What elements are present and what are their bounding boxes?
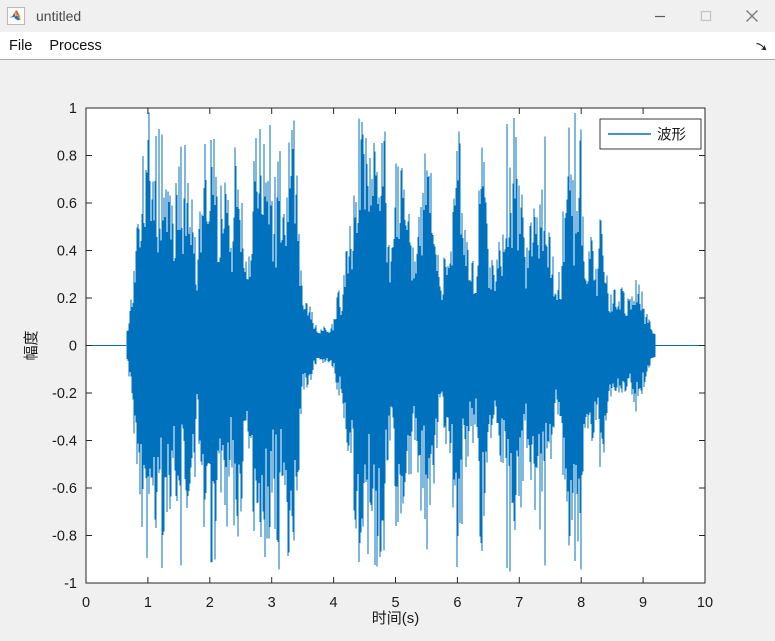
x-tick-label: 5 — [391, 595, 399, 611]
menu-item-process[interactable]: Process — [41, 36, 109, 56]
legend[interactable]: 波形 — [599, 118, 702, 150]
x-tick-label: 9 — [639, 595, 647, 611]
y-tick-label: -0.8 — [52, 529, 77, 545]
figure-canvas: 0 1 2 3 4 5 6 7 8 9 10 -1 -0.8 -0.6 -0.4 -0.2 0 0.2 0.4 0.6… — [0, 61, 775, 641]
y-tick-label: 0.4 — [57, 244, 77, 260]
maximize-icon[interactable] — [683, 0, 729, 32]
x-tick-label: 8 — [577, 595, 585, 611]
x-tick-label: 6 — [453, 595, 461, 611]
waveform-plot: 0 1 2 3 4 5 6 7 8 9 10 -1 -0.8 -0.6 -0.4 -0.2 0 0.2 0.4 0.6… — [0, 61, 775, 641]
y-tick-label: 0 — [69, 339, 77, 355]
x-tick-label: 1 — [144, 595, 152, 611]
matlab-membrane-icon — [7, 7, 25, 25]
x-tick-label: 7 — [515, 595, 523, 611]
window-title: untitled — [36, 8, 82, 24]
close-icon[interactable] — [729, 0, 775, 32]
minimize-icon[interactable] — [637, 0, 683, 32]
x-tick-label: 2 — [206, 595, 214, 611]
title-bar: untitled — [0, 0, 775, 32]
x-tick-label: 3 — [268, 595, 276, 611]
y-tick-label: 0.2 — [57, 291, 77, 307]
y-axis-label: 幅度 — [23, 330, 40, 360]
window-controls — [637, 0, 775, 32]
figure-window: untitled File Process 0 1 2 3 4 5 6 7 8 … — [0, 0, 775, 641]
x-tick-label: 4 — [330, 595, 338, 611]
x-axis-label: 时间(s) — [372, 610, 420, 627]
y-tick-label: -1 — [64, 576, 77, 592]
x-tick-label: 0 — [82, 595, 90, 611]
arrow-down-right-icon[interactable] — [753, 39, 769, 55]
x-tick-label: 10 — [697, 595, 713, 611]
y-tick-label: -0.6 — [52, 481, 77, 497]
y-tick-label: -0.2 — [52, 386, 77, 402]
y-tick-label: 1 — [69, 101, 77, 117]
y-tick-label: 0.6 — [57, 196, 77, 212]
legend-label: 波形 — [657, 127, 686, 144]
menu-bar: File Process — [0, 32, 775, 60]
y-tick-label: 0.8 — [57, 149, 77, 165]
y-tick-label: -0.4 — [52, 434, 77, 450]
menu-item-file[interactable]: File — [1, 36, 40, 56]
